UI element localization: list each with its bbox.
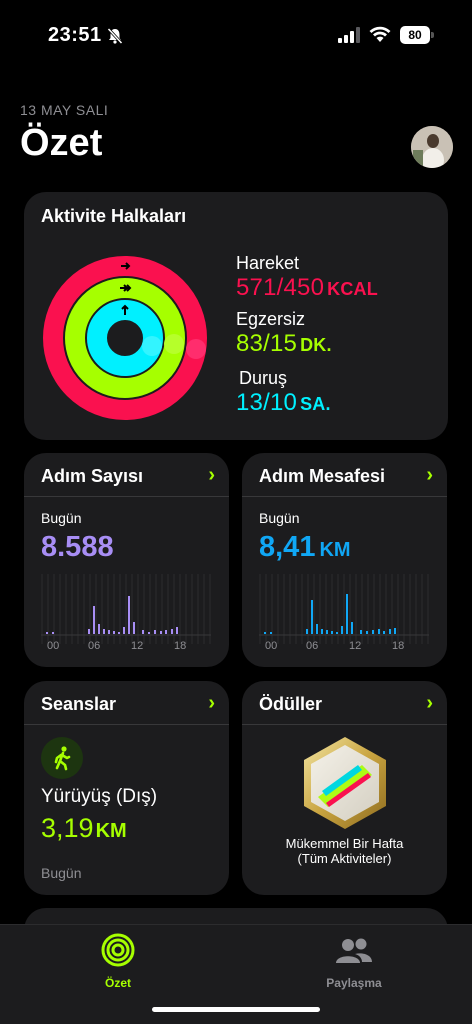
battery-level: 80 (400, 26, 430, 44)
home-indicator[interactable] (152, 1007, 320, 1012)
step-count-value: 8.588 (41, 531, 114, 563)
step-distance-value: 8,41 (259, 531, 316, 563)
status-time: 23:51 (48, 24, 102, 46)
hist-tick-00: 00 (47, 640, 59, 652)
hist-tick-00: 00 (265, 640, 277, 652)
move-metric: Hareket 571/450 KCAL (236, 253, 378, 302)
chevron-right-icon[interactable]: › (208, 465, 215, 485)
activity-rings-card[interactable]: Aktivite Halkaları Hareket 571/450 KCAL E… (24, 192, 448, 440)
stand-metric: Duruş 13/10 SA. (236, 368, 331, 417)
awards-title: Ödüller (259, 694, 323, 714)
chevron-right-icon[interactable]: › (426, 693, 433, 713)
award-name: Mükemmel Bir Hafta (285, 836, 404, 851)
step-count-histogram: 00 06 12 18 (41, 574, 211, 652)
wifi-icon (369, 26, 391, 42)
workout-value: 3,19 (41, 813, 94, 843)
step-count-title: Adım Sayısı (41, 466, 144, 486)
hist-tick-12: 12 (131, 640, 143, 652)
award-badge-icon (304, 737, 386, 829)
sessions-card[interactable]: Seanslar › Yürüyüş (Dış) 3,19 KM Bugün (24, 681, 229, 895)
sessions-title: Seanslar (41, 694, 117, 714)
awards-card[interactable]: Ödüller › Mükemmel Bir Hafta (Tüm Aktivi… (242, 681, 447, 895)
cellular-signal-icon (338, 27, 360, 43)
bell-slash-icon (107, 27, 123, 45)
page-title: Özet (20, 122, 103, 164)
walking-icon (41, 737, 83, 779)
people-icon (336, 938, 372, 963)
step-distance-unit: KM (319, 539, 351, 561)
step-distance-today-label: Bugün (259, 510, 300, 526)
exercise-label: Egzersiz (236, 309, 306, 329)
chevron-right-icon[interactable]: › (208, 693, 215, 713)
avatar-photo (411, 126, 453, 168)
hist-tick-06: 06 (88, 640, 100, 652)
activity-rings-icon (101, 933, 135, 967)
hist-tick-18: 18 (392, 640, 404, 652)
stand-value: 13/10 (236, 389, 298, 416)
step-count-today-label: Bugün (41, 510, 82, 526)
activity-rings-chart (43, 256, 207, 420)
tab-sharing[interactable]: Paylaşma (294, 933, 414, 990)
move-value: 571/450 (236, 274, 325, 301)
workout-date: Bugün (41, 865, 82, 881)
hist-tick-12: 12 (349, 640, 361, 652)
exercise-unit: DK. (300, 335, 332, 355)
tab-summary-label: Özet (104, 976, 131, 990)
award-subtitle: (Tüm Aktiviteler) (297, 851, 392, 866)
tab-summary[interactable]: Özet (58, 933, 178, 990)
exercise-value: 83/15 (236, 330, 298, 357)
move-unit: KCAL (327, 279, 378, 299)
hist-tick-06: 06 (306, 640, 318, 652)
avatar[interactable] (411, 126, 453, 168)
battery-icon: 80 (400, 26, 434, 44)
hist-tick-18: 18 (174, 640, 186, 652)
move-label: Hareket (236, 253, 300, 273)
page-header: 13 MAY SALI Özet (20, 102, 452, 165)
stand-unit: SA. (300, 394, 331, 414)
status-bar: 23:51 80 (0, 0, 472, 70)
exercise-metric: Egzersiz 83/15 DK. (236, 309, 332, 358)
step-distance-card[interactable]: Adım Mesafesi › Bugün 8,41 KM 00 06 12 18 (242, 453, 447, 667)
step-distance-title: Adım Mesafesi (259, 466, 386, 486)
stand-ring (87, 300, 163, 376)
workout-unit: KM (95, 820, 127, 842)
page-date: 13 MAY SALI (20, 102, 109, 118)
activity-rings-title: Aktivite Halkaları (41, 206, 187, 226)
stand-label: Duruş (239, 368, 288, 388)
tab-sharing-label: Paylaşma (326, 976, 382, 990)
step-distance-histogram: 00 06 12 18 (259, 574, 429, 652)
workout-name: Yürüyüş (Dış) (41, 786, 158, 807)
step-count-card[interactable]: Adım Sayısı › Bugün 8.588 00 06 12 18 (24, 453, 229, 667)
chevron-right-icon[interactable]: › (426, 465, 433, 485)
